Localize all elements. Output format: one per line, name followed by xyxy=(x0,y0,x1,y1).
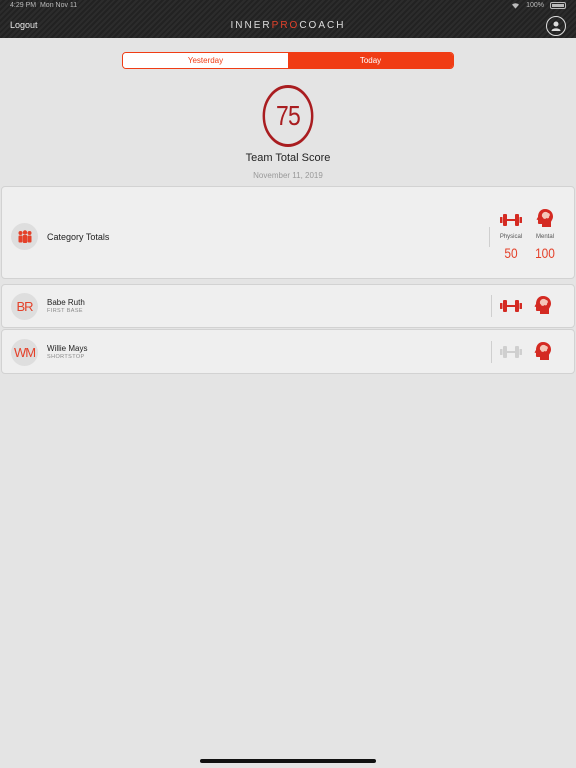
score-title: Team Total Score xyxy=(245,152,331,164)
player-divider xyxy=(491,295,492,317)
player-row[interactable]: WM Willie Mays SHORTSTOP xyxy=(1,329,575,374)
battery-percent: 100% xyxy=(526,2,544,9)
status-clock: 4:29 PM xyxy=(10,2,37,9)
team-avatar xyxy=(11,223,38,250)
player-name: Willie Mays xyxy=(47,344,88,353)
mental-label: Mental xyxy=(535,234,554,240)
player-avatar: WM xyxy=(11,339,38,366)
physical-icon[interactable] xyxy=(500,296,522,316)
player-divider xyxy=(491,341,492,363)
mental-icon xyxy=(534,208,556,228)
mental-value: 100 xyxy=(535,245,555,261)
day-segmented-control: Yesterday Today xyxy=(122,52,454,69)
player-row[interactable]: BR Babe Ruth FIRST BASE xyxy=(1,284,575,328)
physical-value: 50 xyxy=(504,245,518,261)
tab-yesterday[interactable]: Yesterday xyxy=(123,53,288,68)
physical-icon xyxy=(500,210,522,230)
score-date: November 11, 2019 xyxy=(253,171,323,180)
status-indicators: 100% xyxy=(511,2,566,9)
category-totals-label: Category Totals xyxy=(47,232,110,242)
player-avatar: BR xyxy=(11,293,38,320)
player-position: SHORTSTOP xyxy=(47,354,85,360)
user-icon xyxy=(551,21,561,31)
wifi-icon xyxy=(512,3,520,9)
mental-icon[interactable] xyxy=(532,341,554,361)
tab-today[interactable]: Today xyxy=(288,53,453,68)
category-totals-card[interactable]: Category Totals Physical 50 Mental 100 xyxy=(1,186,575,279)
logo-part-coach: COACH xyxy=(299,20,346,31)
totals-divider xyxy=(489,227,490,247)
status-time: 4:29 PM Mon Nov 11 xyxy=(10,2,77,9)
mental-icon[interactable] xyxy=(532,295,554,315)
status-day: Mon Nov 11 xyxy=(39,2,78,9)
app-logo: INNERPROCOACH xyxy=(0,20,576,31)
team-icon xyxy=(18,229,31,243)
logo-part-pro: PRO xyxy=(271,20,300,31)
logo-part-inner: INNER xyxy=(230,20,272,31)
battery-icon xyxy=(550,2,566,9)
team-score-ring: 75 xyxy=(262,85,314,147)
physical-icon-inactive[interactable] xyxy=(500,342,522,362)
home-indicator[interactable] xyxy=(200,759,376,763)
profile-button[interactable] xyxy=(546,16,566,36)
top-bar: 4:29 PM Mon Nov 11 100% Logout INNERPROC… xyxy=(0,0,576,38)
player-name: Babe Ruth xyxy=(47,298,85,307)
player-position: FIRST BASE xyxy=(47,308,83,314)
